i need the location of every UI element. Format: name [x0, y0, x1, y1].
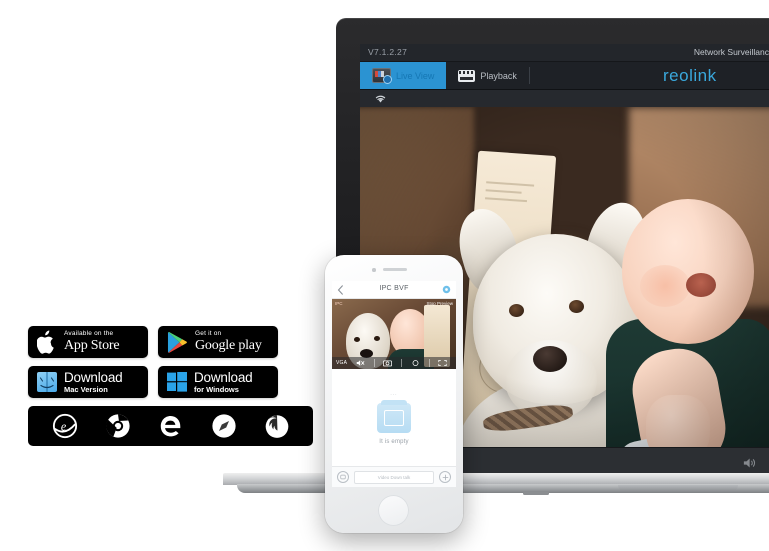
- tab-playback-label: Playback: [480, 70, 517, 81]
- camera-icon: [383, 360, 393, 367]
- badge-row-app-stores: Available on the App Store Get it on Goo…: [28, 326, 315, 358]
- app-tab-bar: Live View Playback reolink: [360, 62, 769, 90]
- google-play-icon: [167, 331, 187, 353]
- phone-video-preview[interactable]: IPC Stop Preview VGA: [332, 299, 456, 369]
- tab-live-view[interactable]: Live View: [360, 62, 447, 89]
- windows-icon: [167, 372, 187, 392]
- google-play-small-label: Get it on: [195, 329, 222, 337]
- firefox-icon[interactable]: [264, 413, 290, 439]
- reolink-logo: reolink: [663, 66, 717, 85]
- record-icon: [412, 360, 419, 366]
- download-windows-badge[interactable]: Download for Windows: [158, 366, 278, 398]
- app-title-bar: V7.1.2.27 Network Surveillanc: [360, 44, 769, 62]
- app-product-name: Network Surveillanc: [693, 47, 769, 57]
- tab-live-view-label: Live View: [396, 70, 435, 81]
- laptop-base-notch: [618, 485, 738, 491]
- phone-video-tag-left: IPC: [335, 301, 343, 306]
- phone-page-title: IPC BVF: [379, 285, 409, 292]
- download-windows-sub-label: for Windows: [194, 384, 239, 394]
- phone-front-camera-icon: [372, 268, 376, 272]
- svg-text:reolink: reolink: [663, 66, 717, 85]
- download-windows-large-label: Download: [194, 370, 253, 385]
- wifi-icon: [375, 95, 386, 103]
- phone-fullscreen-button[interactable]: [430, 359, 456, 367]
- film-strip-icon: [458, 69, 476, 82]
- google-play-badge[interactable]: Get it on Google play: [158, 326, 278, 358]
- phone-mute-button[interactable]: [347, 359, 373, 367]
- mute-icon: [356, 360, 365, 366]
- supported-browsers-bar: e: [28, 406, 313, 446]
- phone-earpiece: [383, 268, 407, 271]
- status-strip: [360, 90, 769, 107]
- phone-talk-placeholder: Video Down talk: [377, 474, 411, 480]
- phone-video-control-bar: VGA: [332, 357, 456, 369]
- app-version: V7.1.2.27: [368, 47, 408, 57]
- phone-video-tag-right: Stop Preview: [426, 301, 453, 306]
- phone-loading-dots: ...: [390, 390, 398, 397]
- app-store-large-label: App Store: [64, 338, 120, 354]
- safari-icon[interactable]: [211, 413, 237, 439]
- app-store-small-label: Available on the: [64, 329, 114, 337]
- edge-icon[interactable]: [158, 413, 184, 439]
- smartphone-device: IPC BVF IPC Stop Preview VGA ... It is e…: [325, 255, 463, 533]
- monitor-icon: [372, 68, 392, 84]
- phone-empty-state: ... It is empty: [332, 369, 456, 466]
- phone-snapshot-button[interactable]: [375, 359, 401, 367]
- plus-icon[interactable]: [439, 471, 451, 483]
- app-store-badge[interactable]: Available on the App Store: [28, 326, 148, 358]
- phone-nav-bar: IPC BVF: [332, 281, 456, 299]
- phone-home-button[interactable]: [378, 495, 409, 526]
- phone-video-quality[interactable]: VGA: [336, 360, 347, 366]
- display-icon[interactable]: [337, 471, 349, 483]
- camera-box-icon: [377, 399, 411, 433]
- svg-text:e: e: [60, 420, 66, 434]
- download-mac-badge[interactable]: Download Mac Version: [28, 366, 148, 398]
- speaker-icon[interactable]: [743, 457, 757, 469]
- download-mac-sub-label: Mac Version: [64, 384, 108, 394]
- chrome-icon[interactable]: [105, 413, 131, 439]
- apple-icon: [37, 330, 54, 354]
- phone-record-button[interactable]: [402, 359, 428, 367]
- internet-explorer-icon[interactable]: e: [52, 413, 78, 439]
- finder-icon: [37, 372, 57, 392]
- phone-talk-input[interactable]: Video Down talk: [354, 470, 434, 484]
- laptop-base: [223, 473, 769, 495]
- gear-icon[interactable]: [442, 285, 451, 294]
- download-mac-large-label: Download: [64, 370, 123, 385]
- download-badges: Available on the App Store Get it on Goo…: [28, 326, 315, 446]
- badge-row-desktop: Download Mac Version Download for Window…: [28, 366, 315, 398]
- phone-screen: IPC BVF IPC Stop Preview VGA ... It is e…: [332, 281, 456, 487]
- phone-bottom-bar: Video Down talk: [332, 466, 456, 487]
- expand-icon: [438, 360, 447, 366]
- laptop-bezel: [336, 18, 769, 44]
- google-play-large-label: Google play: [195, 338, 262, 354]
- phone-empty-label: It is empty: [379, 438, 409, 445]
- tab-playback[interactable]: Playback: [446, 62, 529, 89]
